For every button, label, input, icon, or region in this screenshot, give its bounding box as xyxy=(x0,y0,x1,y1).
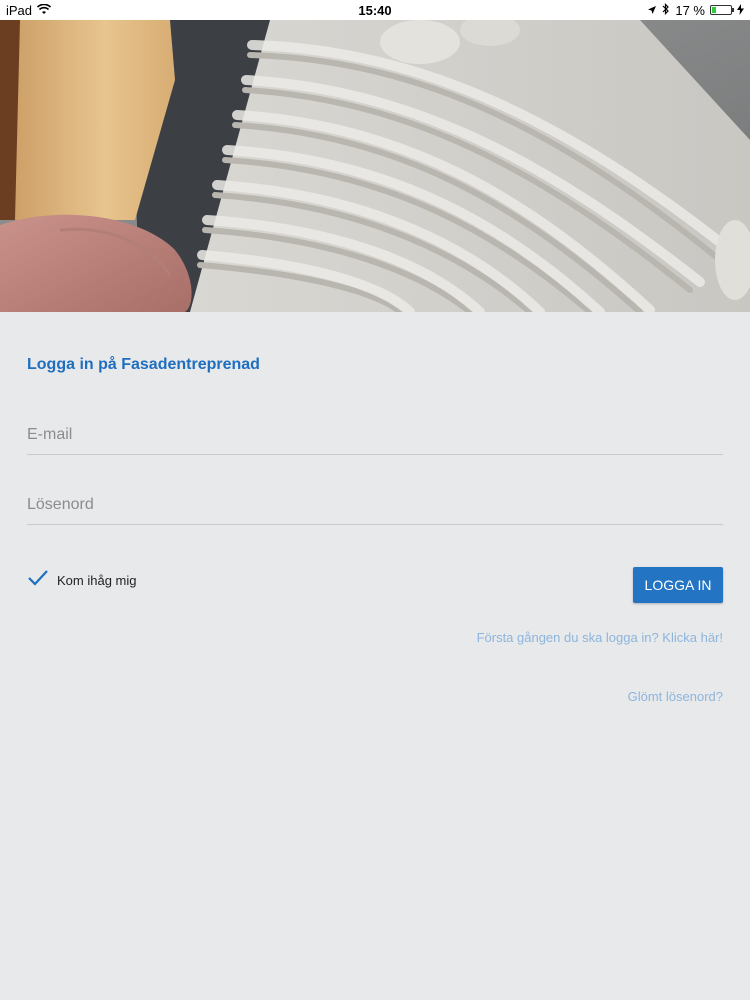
email-input[interactable] xyxy=(27,415,723,454)
remember-me-label: Kom ihåg mig xyxy=(57,573,137,588)
bluetooth-icon xyxy=(662,2,670,18)
password-field-container xyxy=(27,485,723,525)
trowel-spreading-mortar-photo xyxy=(0,20,750,312)
charging-bolt-icon xyxy=(737,3,744,18)
checkmark-icon xyxy=(27,569,49,592)
status-bar: iPad 15:40 17 % xyxy=(0,0,750,20)
battery-percent: 17 % xyxy=(675,2,705,18)
remember-me-checkbox[interactable]: Kom ihåg mig xyxy=(27,569,136,592)
device-name: iPad xyxy=(6,2,33,18)
hero-image xyxy=(0,20,750,312)
login-button[interactable]: LOGGA IN xyxy=(633,567,723,603)
first-time-login-link[interactable]: Första gången du ska logga in? Klicka hä… xyxy=(477,630,723,645)
email-field-container xyxy=(27,415,723,455)
status-time: 15:40 xyxy=(358,2,392,18)
forgot-password-link[interactable]: Glömt lösenord? xyxy=(628,689,723,704)
battery-icon xyxy=(710,5,734,15)
password-input[interactable] xyxy=(27,485,723,524)
status-bar-right: 17 % xyxy=(647,3,744,18)
status-bar-left: iPad xyxy=(6,2,52,18)
login-title: Logga in på Fasadentreprenad xyxy=(27,356,260,373)
location-arrow-icon xyxy=(647,3,657,18)
wifi-icon xyxy=(36,3,52,18)
